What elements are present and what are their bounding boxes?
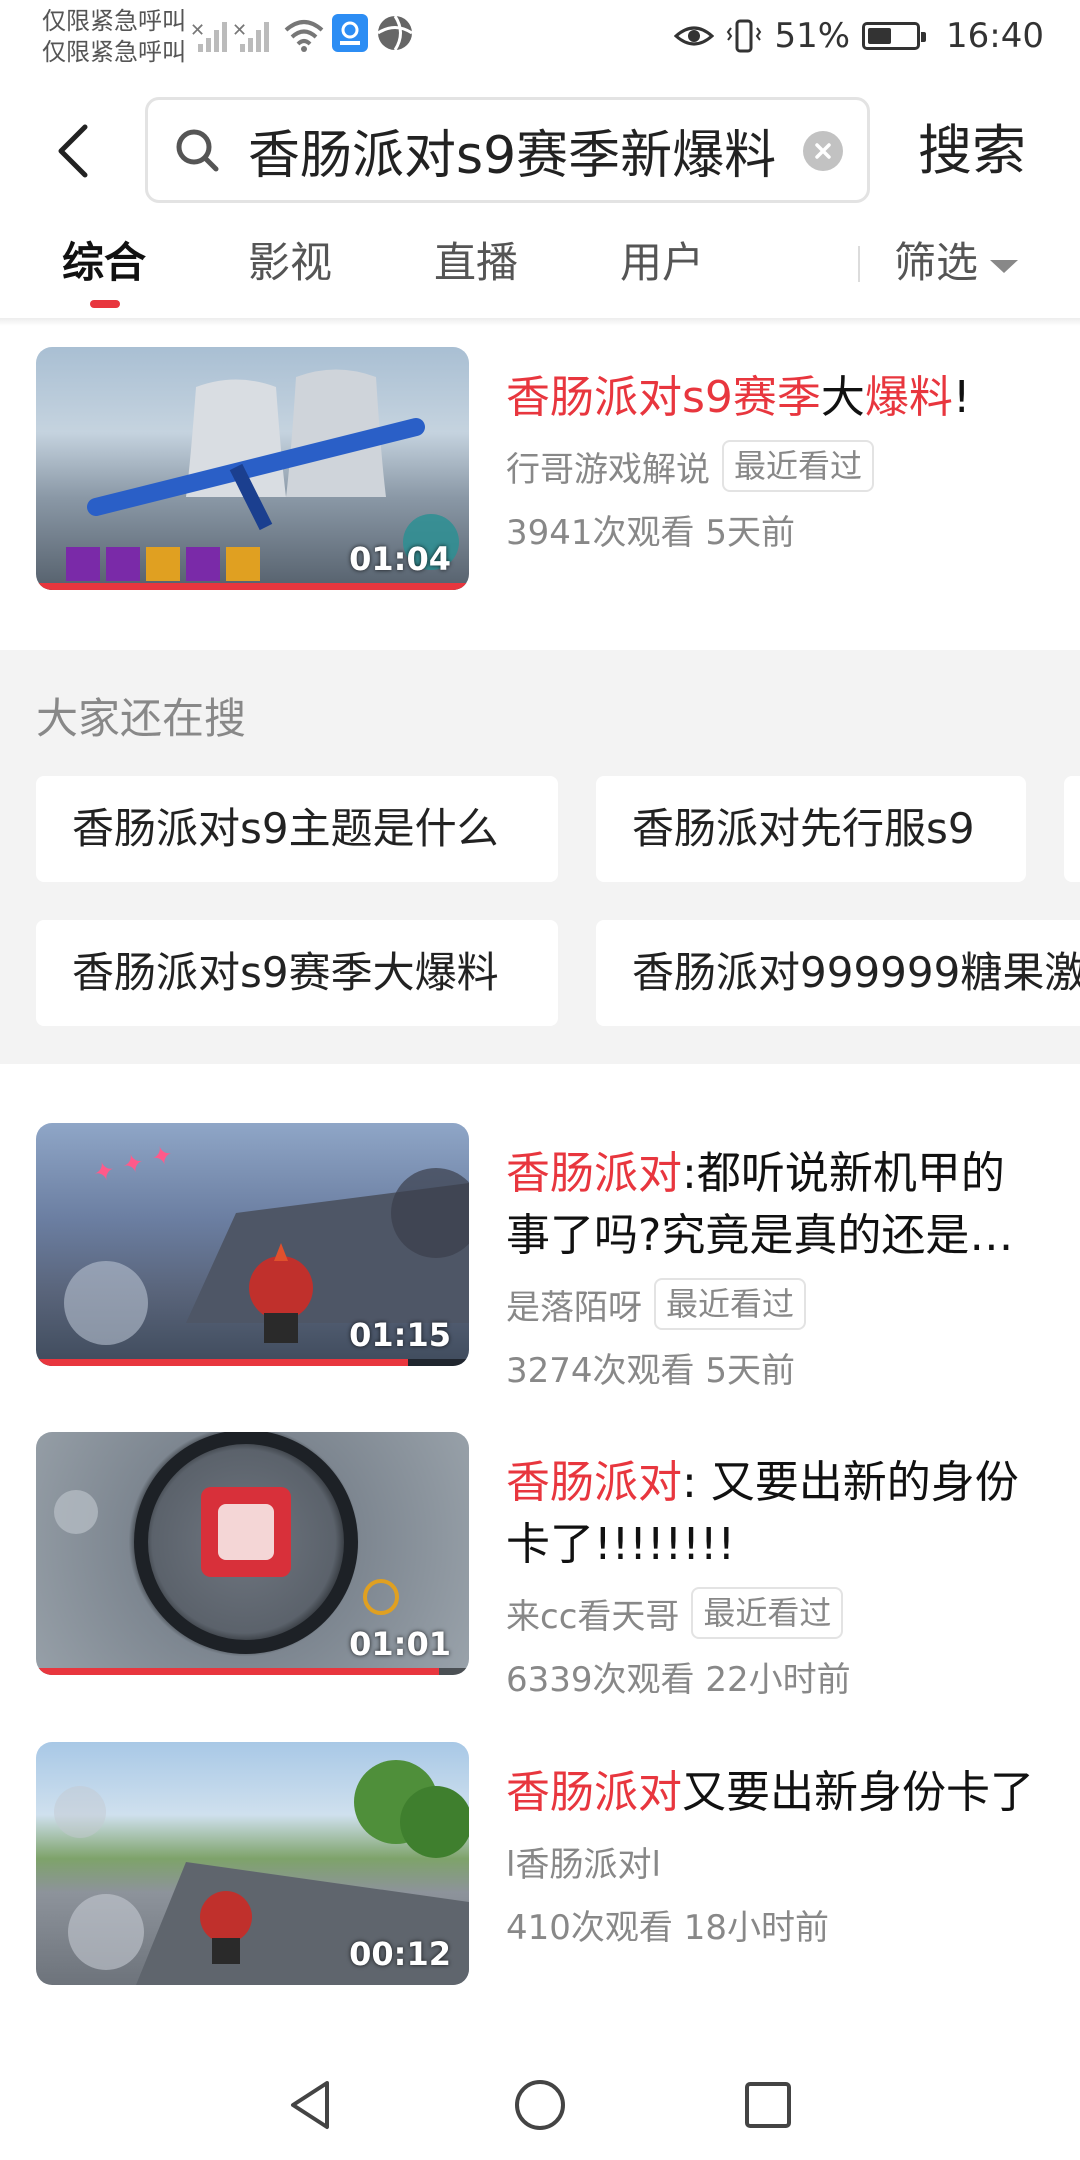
- video-author[interactable]: 来cc看天哥: [506, 1589, 679, 1638]
- square-recents-icon: [745, 2082, 791, 2128]
- related-searches: 大家还在搜 香肠派对s9主题是什么 香肠派对先行服s9 香肠派对s9赛季大爆料 …: [0, 650, 1080, 1064]
- chevron-left-icon: [58, 124, 88, 178]
- carrier-text: 仅限紧急呼叫 仅限紧急呼叫: [42, 7, 186, 66]
- video-item[interactable]: ✦ ✦ ✦ 01:15 香肠派对:都听说新机甲的事了吗?究竟是真的还是… 是落陌…: [0, 1123, 1080, 1391]
- suggestion-chip[interactable]: 香肠派对先行服s9: [596, 776, 1026, 882]
- suggestion-chip-partial[interactable]: [1064, 776, 1080, 882]
- filter-button[interactable]: 筛选: [894, 232, 1019, 294]
- suggestion-chip[interactable]: 香肠派对999999糖果激: [596, 920, 1080, 1026]
- tab-live[interactable]: 直播: [434, 232, 518, 294]
- tabs-shadow: [0, 318, 1080, 326]
- search-icon: [176, 129, 219, 172]
- nav-recents-button[interactable]: [733, 2070, 803, 2140]
- result-tabs: 综合 影视 直播 用户 筛选: [0, 230, 1080, 324]
- video-item[interactable]: 01:01 香肠派对: 又要出新的身份卡了!!!!!!!! 来cc看天哥 最近看…: [0, 1432, 1080, 1700]
- dropdown-triangle-icon: [990, 259, 1019, 273]
- svg-text:✦ ✦ ✦: ✦ ✦ ✦: [90, 1140, 177, 1190]
- video-stats: 3941次观看 5天前: [506, 513, 795, 553]
- recently-viewed-badge: 最近看过: [722, 440, 875, 492]
- tab-film[interactable]: 影视: [248, 232, 332, 294]
- nav-back-button[interactable]: [275, 2070, 345, 2140]
- watch-progress: [36, 1359, 409, 1366]
- video-thumbnail[interactable]: 01:01: [36, 1432, 469, 1675]
- video-author[interactable]: 行哥游戏解说: [506, 442, 710, 491]
- close-icon: [815, 143, 831, 159]
- video-duration: 00:12: [349, 1935, 451, 1973]
- video-thumbnail[interactable]: 01:04: [36, 347, 469, 590]
- video-stats: 3274次观看 5天前: [506, 1351, 795, 1391]
- circle-home-icon: [515, 2080, 565, 2130]
- app-notification-icon: [332, 14, 368, 52]
- video-stats: 6339次观看 22小时前: [506, 1660, 851, 1700]
- active-tab-indicator: [90, 300, 120, 308]
- wifi-icon: [284, 20, 324, 52]
- svg-text:✕: ✕: [190, 20, 205, 41]
- video-title[interactable]: 香肠派对:都听说新机甲的事了吗?究竟是真的还是…: [506, 1143, 1046, 1267]
- suggestion-chip[interactable]: 香肠派对s9主题是什么: [36, 776, 558, 882]
- video-info: 香肠派对又要出新身份卡了 l香肠派对l 410次观看 18小时前: [506, 1762, 1046, 1949]
- video-item[interactable]: 00:12 香肠派对又要出新身份卡了 l香肠派对l 410次观看 18小时前: [0, 1742, 1080, 1992]
- video-duration: 01:04: [349, 540, 451, 578]
- battery-fill: [868, 28, 892, 44]
- video-title[interactable]: 香肠派对又要出新身份卡了: [506, 1762, 1046, 1824]
- system-nav-bar: [0, 2050, 1080, 2160]
- signal-icon: ✕ ✕: [190, 20, 269, 52]
- tab-users[interactable]: 用户: [620, 232, 704, 294]
- nav-home-button[interactable]: [505, 2070, 575, 2140]
- recently-viewed-badge: 最近看过: [654, 1278, 807, 1330]
- status-bar: 仅限紧急呼叫 仅限紧急呼叫 ✕ ✕ 51% 16:40: [0, 0, 1080, 80]
- video-info: 香肠派对s9赛季大爆料! 行哥游戏解说 最近看过 3941次观看 5天前: [506, 367, 1046, 554]
- clear-search-button[interactable]: [803, 131, 843, 171]
- triangle-back-icon: [291, 2081, 329, 2129]
- video-author[interactable]: l香肠派对l: [506, 1837, 661, 1886]
- video-thumbnail[interactable]: ✦ ✦ ✦ 01:15: [36, 1123, 469, 1366]
- video-info: 香肠派对: 又要出新的身份卡了!!!!!!!! 来cc看天哥 最近看过 6339…: [506, 1452, 1046, 1701]
- tab-all[interactable]: 综合: [62, 232, 146, 294]
- recently-viewed-badge: 最近看过: [691, 1587, 844, 1639]
- browser-notification-icon: [377, 15, 413, 51]
- watch-progress: [36, 583, 469, 590]
- video-author[interactable]: 是落陌呀: [506, 1280, 642, 1329]
- watch-progress: [36, 1668, 439, 1675]
- video-item[interactable]: 01:04 香肠派对s9赛季大爆料! 行哥游戏解说 最近看过 3941次观看 5…: [0, 347, 1080, 597]
- video-title[interactable]: 香肠派对s9赛季大爆料!: [506, 367, 1046, 429]
- eye-comfort-icon: [674, 26, 715, 46]
- battery-icon: [862, 22, 927, 50]
- video-thumbnail[interactable]: 00:12: [36, 1742, 469, 1985]
- search-button[interactable]: 搜索: [918, 118, 1026, 184]
- search-input[interactable]: [248, 100, 808, 200]
- video-title[interactable]: 香肠派对: 又要出新的身份卡了!!!!!!!!: [506, 1452, 1046, 1576]
- filter-label: 筛选: [894, 238, 979, 287]
- video-stats: 410次观看 18小时前: [506, 1908, 829, 1948]
- back-button[interactable]: [48, 118, 98, 184]
- status-right: 51% 16:40: [674, 14, 1044, 58]
- video-duration: 01:15: [349, 1316, 451, 1354]
- tab-separator: [858, 246, 860, 282]
- suggestion-chip[interactable]: 香肠派对s9赛季大爆料: [36, 920, 558, 1026]
- clock: 16:40: [946, 16, 1044, 56]
- related-searches-title: 大家还在搜: [36, 694, 247, 743]
- battery-percent: 51%: [774, 16, 851, 56]
- svg-text:✕: ✕: [232, 20, 247, 41]
- search-box[interactable]: [145, 97, 870, 203]
- vibrate-icon: [727, 19, 762, 53]
- video-duration: 01:01: [349, 1625, 451, 1663]
- video-info: 香肠派对:都听说新机甲的事了吗?究竟是真的还是… 是落陌呀 最近看过 3274次…: [506, 1143, 1046, 1392]
